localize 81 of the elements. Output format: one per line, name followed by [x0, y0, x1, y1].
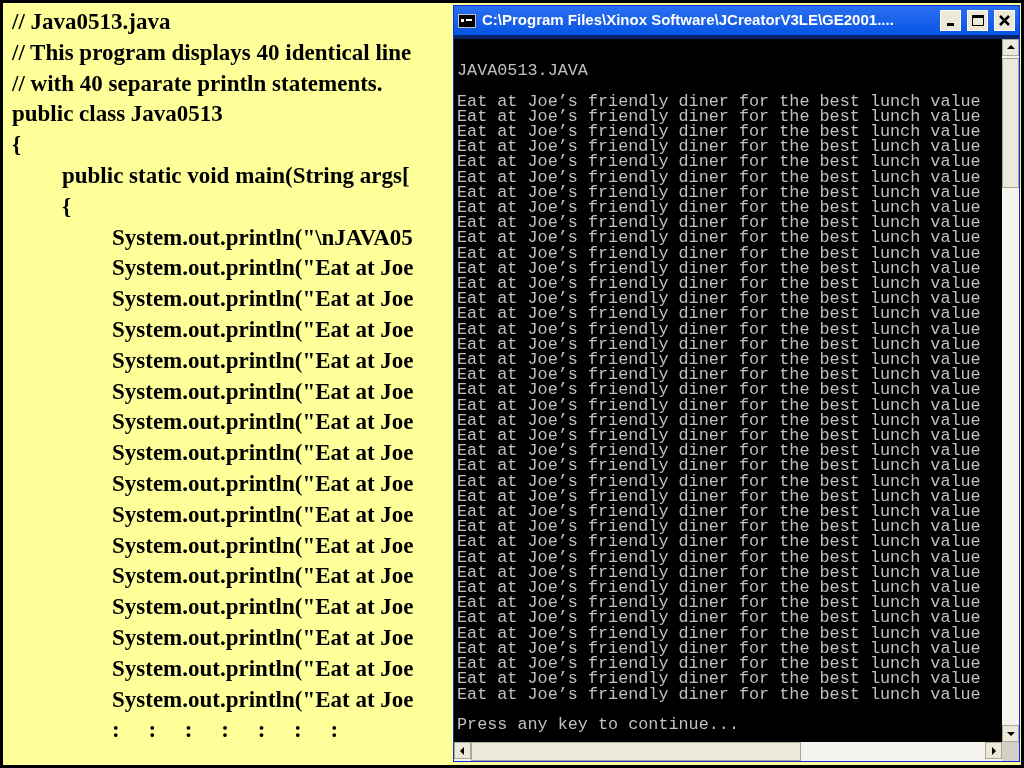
console-line: Eat at Joe’s friendly diner for the best lunch value	[457, 412, 981, 429]
console-line: Eat at Joe’s friendly diner for the best lunch value	[457, 458, 981, 474]
code-line: System.out.println("Eat at Joe	[112, 469, 414, 498]
console-line: Eat at Joe’s friendly diner for the best lunch value	[457, 124, 981, 140]
console-line: Eat at Joe’s friendly diner for the best lunch value	[457, 154, 981, 170]
console-line: Eat at Joe’s friendly diner for the best lunch value	[457, 260, 981, 276]
console-line: Eat at Joe’s friendly diner for the best lunch value	[457, 640, 981, 657]
console-line: Eat at Joe’s friendly diner for the best lunch value	[457, 184, 981, 200]
console-line: Eat at Joe’s friendly diner for the best lunch value	[457, 428, 981, 444]
console-line: Eat at Joe’s friendly diner for the best lunch value	[457, 564, 981, 581]
scroll-thumb[interactable]	[471, 742, 801, 761]
scroll-left-button[interactable]	[454, 742, 471, 759]
console-line: Eat at Joe’s friendly diner for the best lunch value	[457, 352, 981, 368]
console-line: Eat at Joe’s friendly diner for the best lunch value	[457, 291, 981, 307]
code-line: System.out.println("Eat at Joe	[112, 254, 414, 283]
console-line: Eat at Joe’s friendly diner for the best lunch value	[457, 139, 981, 155]
console-line: JAVA0513.JAVA	[457, 63, 588, 79]
horizontal-scrollbar[interactable]	[454, 742, 1002, 761]
code-line: System.out.println("Eat at Joe	[112, 623, 414, 652]
console-line: Eat at Joe’s friendly diner for the best lunch value	[457, 200, 981, 216]
console-line: Eat at Joe’s friendly diner for the best lunch value	[457, 671, 981, 687]
console-line: Eat at Joe’s friendly diner for the best lunch value	[457, 306, 981, 322]
console-line: Eat at Joe’s friendly diner for the best lunch value	[457, 169, 981, 185]
code-line: System.out.println("Eat at Joe	[112, 439, 414, 468]
code-line: // with 40 separate println statements.	[12, 69, 383, 98]
code-line: System.out.println("Eat at Joe	[112, 531, 414, 560]
console-line: Eat at Joe’s friendly diner for the best lunch value	[457, 230, 981, 246]
console-icon	[458, 13, 476, 28]
maximize-button[interactable]	[967, 10, 988, 31]
console-line: Eat at Joe’s friendly diner for the best lunch value	[457, 367, 981, 383]
console-line: Eat at Joe’s friendly diner for the best lunch value	[457, 595, 981, 611]
code-line: System.out.println("Eat at Joe	[112, 377, 414, 406]
console-line: Eat at Joe’s friendly diner for the best lunch value	[457, 397, 981, 413]
code-line: System.out.println("Eat at Joe	[112, 500, 414, 529]
window-title: C:\Program Files\Xinox Software\JCreatorV3LE\GE2001....	[482, 10, 895, 31]
scroll-thumb[interactable]	[1002, 58, 1019, 188]
scroll-down-button[interactable]	[1002, 725, 1019, 742]
code-line: public class Java0513	[12, 100, 223, 129]
console-line: Eat at Joe’s friendly diner for the best lunch value	[457, 108, 981, 124]
vertical-scrollbar[interactable]	[1002, 39, 1019, 742]
console-line: Eat at Joe’s friendly diner for the best lunch value	[457, 656, 981, 672]
console-line: Eat at Joe’s friendly diner for the best lunch value	[457, 93, 981, 109]
code-line: System.out.println("Eat at Joe	[112, 685, 414, 714]
code-line: System.out.println("\nJAVA05	[112, 223, 413, 252]
code-line: public static void main(String args[	[62, 162, 410, 190]
console-prompt: Press any key to continue...	[457, 716, 739, 733]
code-line: : : : : : : :	[112, 716, 339, 745]
console-line: Eat at Joe’s friendly diner for the best lunch value	[457, 336, 981, 353]
console-line: Eat at Joe’s friendly diner for the best lunch value	[457, 488, 981, 505]
console-line: Eat at Joe’s friendly diner for the best lunch value	[457, 519, 981, 535]
minimize-button[interactable]	[940, 10, 961, 31]
close-icon	[999, 15, 1010, 26]
console-line: Eat at Joe’s friendly diner for the best lunch value	[457, 382, 981, 398]
console-line: Eat at Joe’s friendly diner for the best lunch value	[457, 473, 981, 489]
scrollbar-corner	[1002, 742, 1019, 761]
code-line: {	[12, 131, 22, 160]
console-line: Eat at Joe’s friendly diner for the best lunch value	[457, 534, 981, 550]
scroll-right-button[interactable]	[985, 742, 1002, 759]
console-line: Eat at Joe’s friendly diner for the best lunch value	[457, 610, 981, 626]
console-line: Eat at Joe’s friendly diner for the best lunch value	[457, 321, 981, 337]
code-line: // Java0513.java	[12, 8, 171, 36]
code-line: System.out.println("Eat at Joe	[112, 654, 414, 683]
scroll-up-button[interactable]	[1002, 39, 1019, 56]
code-line: System.out.println("Eat at Joe	[112, 408, 414, 437]
console-line: Eat at Joe’s friendly diner for the best lunch value	[457, 625, 981, 641]
console-line: Eat at Joe’s friendly diner for the best lunch value	[457, 580, 981, 596]
code-line: // This program displays 40 identical line	[12, 38, 412, 67]
code-line: System.out.println("Eat at Joe	[112, 346, 414, 375]
console-line: Eat at Joe’s friendly diner for the best lunch value	[457, 686, 981, 702]
console-line: Eat at Joe’s friendly diner for the best lunch value	[457, 443, 981, 459]
code-line: System.out.println("Eat at Joe	[112, 593, 414, 622]
code-line: System.out.println("Eat at Joe	[112, 562, 414, 591]
close-button[interactable]	[994, 10, 1015, 31]
code-line: {	[62, 192, 72, 221]
console-line: Eat at Joe’s friendly diner for the best lunch value	[457, 245, 981, 261]
console-line: Eat at Joe’s friendly diner for the best lunch value	[457, 276, 981, 292]
console-line: Eat at Joe’s friendly diner for the best lunch value	[457, 215, 981, 231]
console-line: Eat at Joe’s friendly diner for the best lunch value	[457, 549, 981, 565]
code-line: System.out.println("Eat at Joe	[112, 285, 414, 314]
code-line: System.out.println("Eat at Joe	[112, 315, 414, 344]
console-line: Eat at Joe’s friendly diner for the best lunch value	[457, 504, 981, 520]
